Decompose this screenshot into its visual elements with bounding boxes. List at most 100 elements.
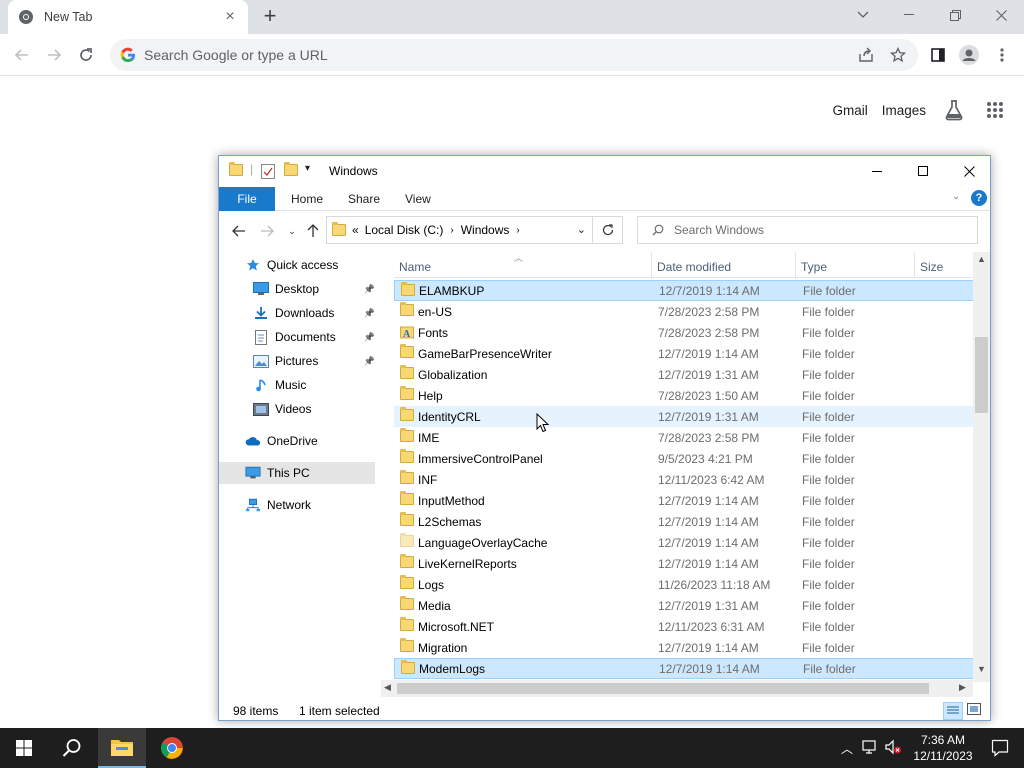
pin-icon[interactable]: 📌 xyxy=(364,332,375,343)
share-icon[interactable] xyxy=(854,39,878,71)
profile-avatar-icon[interactable] xyxy=(957,43,981,67)
file-row[interactable]: A Fonts 7/28/2023 2:58 PM File folder xyxy=(394,322,974,343)
up-button[interactable] xyxy=(303,222,323,240)
file-row[interactable]: Media 12/7/2019 1:31 AM File folder xyxy=(394,595,974,616)
bookmark-star-icon[interactable] xyxy=(886,39,910,71)
explorer-minimize-button[interactable] xyxy=(854,156,900,186)
details-view-icon[interactable] xyxy=(943,702,963,720)
action-center-button[interactable] xyxy=(976,728,1024,768)
chrome-menu-icon[interactable] xyxy=(990,43,1014,67)
file-row[interactable]: IME 7/28/2023 2:58 PM File folder xyxy=(394,427,974,448)
back-button[interactable] xyxy=(10,43,34,67)
breadcrumb-chevron-icon[interactable]: › xyxy=(516,225,519,236)
explorer-titlebar[interactable]: | ▾ Windows xyxy=(219,156,990,186)
pin-icon[interactable]: 📌 xyxy=(364,284,375,295)
file-row[interactable]: ELAMBKUP 12/7/2019 1:14 AM File folder xyxy=(394,280,974,301)
customize-qat-icon[interactable]: ▾ xyxy=(305,163,310,174)
file-row[interactable]: Logs 11/26/2023 11:18 AM File folder xyxy=(394,574,974,595)
show-hidden-icons-icon[interactable]: ︿ xyxy=(838,740,856,757)
nav-item-network[interactable]: Network xyxy=(219,494,375,516)
google-apps-icon[interactable] xyxy=(986,101,1004,119)
nav-item-onedrive[interactable]: OneDrive xyxy=(219,430,375,452)
column-header-size[interactable]: Size xyxy=(915,252,974,278)
file-row[interactable]: Globalization 12/7/2019 1:31 AM File folde… xyxy=(394,364,974,385)
breadcrumb-local-disk[interactable]: Local Disk (C:) xyxy=(365,223,444,237)
pin-icon[interactable]: 📌 xyxy=(364,356,375,367)
new-tab-button[interactable]: + xyxy=(258,5,282,28)
file-row[interactable]: GameBarPresenceWriter 12/7/2019 1:14 AM Fi… xyxy=(394,343,974,364)
reload-button[interactable] xyxy=(74,43,98,67)
expand-ribbon-icon[interactable]: ⌄ xyxy=(952,191,960,202)
address-bar[interactable]: « Local Disk (C:) › Windows › ⌄ xyxy=(326,216,593,244)
large-icons-view-icon[interactable] xyxy=(967,703,981,718)
file-row[interactable]: LiveKernelReports 12/7/2019 1:14 AM File f… xyxy=(394,553,974,574)
file-row[interactable]: InputMethod 12/7/2019 1:14 AM File folder xyxy=(394,490,974,511)
close-window-button[interactable] xyxy=(978,0,1024,30)
ribbon-tab-share[interactable]: Share xyxy=(334,187,394,211)
labs-flask-icon[interactable] xyxy=(944,99,964,121)
column-header-date[interactable]: Date modified xyxy=(652,252,796,278)
omnibox[interactable]: Search Google or type a URL xyxy=(110,39,918,71)
file-row[interactable]: LanguageOverlayCache 12/7/2019 1:14 AM Fil… xyxy=(394,532,974,553)
explorer-maximize-button[interactable] xyxy=(900,156,946,186)
file-row[interactable]: INF 12/11/2023 6:42 AM File folder xyxy=(394,469,974,490)
breadcrumb-windows[interactable]: Windows xyxy=(461,223,510,237)
images-link[interactable]: Images xyxy=(882,103,926,118)
tab-close-icon[interactable]: × xyxy=(222,9,238,25)
breadcrumb-overflow[interactable]: « xyxy=(352,223,359,237)
file-row[interactable]: L2Schemas 12/7/2019 1:14 AM File folder xyxy=(394,511,974,532)
file-row[interactable]: Microsoft.NET 12/11/2023 6:31 AM File fold… xyxy=(394,616,974,637)
taskbar-chrome[interactable] xyxy=(148,728,196,768)
column-header-name[interactable]: Name ︿ xyxy=(394,252,652,278)
ribbon-tab-view[interactable]: View xyxy=(391,187,445,211)
explorer-close-button[interactable] xyxy=(946,156,992,186)
nav-item-videos[interactable]: Videos xyxy=(219,398,375,420)
taskbar-clock[interactable]: 7:36 AM 12/11/2023 xyxy=(910,732,976,764)
column-header-type[interactable]: Type xyxy=(796,252,915,278)
pin-icon[interactable]: 📌 xyxy=(364,308,375,319)
properties-icon[interactable] xyxy=(261,164,275,182)
search-windows-input[interactable]: Search Windows xyxy=(637,216,978,244)
nav-item-pictures[interactable]: Pictures 📌 xyxy=(219,350,375,372)
horizontal-scrollbar[interactable]: ◀ ▶ xyxy=(381,680,973,697)
explorer-forward-button[interactable] xyxy=(257,222,277,240)
forward-button[interactable] xyxy=(42,43,66,67)
scroll-right-icon[interactable]: ▶ xyxy=(959,682,966,693)
ribbon-tab-file[interactable]: File xyxy=(219,187,275,211)
ribbon-tab-home[interactable]: Home xyxy=(277,187,337,211)
restore-button[interactable] xyxy=(932,0,978,30)
side-panel-icon[interactable] xyxy=(926,43,950,67)
nav-item-music[interactable]: Music xyxy=(219,374,375,396)
nav-item-documents[interactable]: Documents 📌 xyxy=(219,326,375,348)
file-row[interactable]: ModemLogs 12/7/2019 1:14 AM File folder xyxy=(394,658,974,679)
help-icon[interactable]: ? xyxy=(971,190,987,206)
gmail-link[interactable]: Gmail xyxy=(832,103,867,118)
explorer-back-button[interactable] xyxy=(229,222,249,240)
chrome-tab[interactable]: New Tab × xyxy=(8,0,248,34)
new-folder-icon[interactable] xyxy=(284,162,298,176)
recent-locations-icon[interactable]: ⌄ xyxy=(282,222,302,240)
taskbar-search-button[interactable] xyxy=(48,728,96,768)
nav-item-desktop[interactable]: Desktop 📌 xyxy=(219,278,375,300)
refresh-button[interactable] xyxy=(593,216,623,244)
network-status-icon[interactable] xyxy=(862,739,880,758)
file-row[interactable]: IdentityCRL 12/7/2019 1:31 AM File folder xyxy=(394,406,974,427)
minimize-button[interactable] xyxy=(886,0,932,30)
file-row[interactable]: en-US 7/28/2023 2:58 PM File folder xyxy=(394,301,974,322)
breadcrumb-chevron-icon[interactable]: › xyxy=(450,225,453,236)
file-row[interactable]: Help 7/28/2023 1:50 AM File folder xyxy=(394,385,974,406)
vertical-scroll-thumb[interactable] xyxy=(975,337,988,413)
scroll-left-icon[interactable]: ◀ xyxy=(384,682,391,693)
start-button[interactable] xyxy=(0,728,48,768)
nav-item-this-pc[interactable]: This PC xyxy=(219,462,375,484)
file-row[interactable]: ImmersiveControlPanel 9/5/2023 4:21 PM Fil… xyxy=(394,448,974,469)
taskbar-file-explorer[interactable] xyxy=(98,728,146,768)
scroll-down-icon[interactable]: ▼ xyxy=(977,664,986,674)
file-row[interactable]: Migration 12/7/2019 1:14 AM File folder xyxy=(394,637,974,658)
tab-search-icon[interactable] xyxy=(840,0,886,30)
vertical-scrollbar[interactable]: ▲ ▼ xyxy=(973,252,990,682)
volume-muted-icon[interactable] xyxy=(884,739,902,758)
scroll-up-icon[interactable]: ▲ xyxy=(977,254,986,264)
nav-item-quick-access[interactable]: Quick access xyxy=(219,254,375,276)
horizontal-scroll-thumb[interactable] xyxy=(397,683,929,694)
